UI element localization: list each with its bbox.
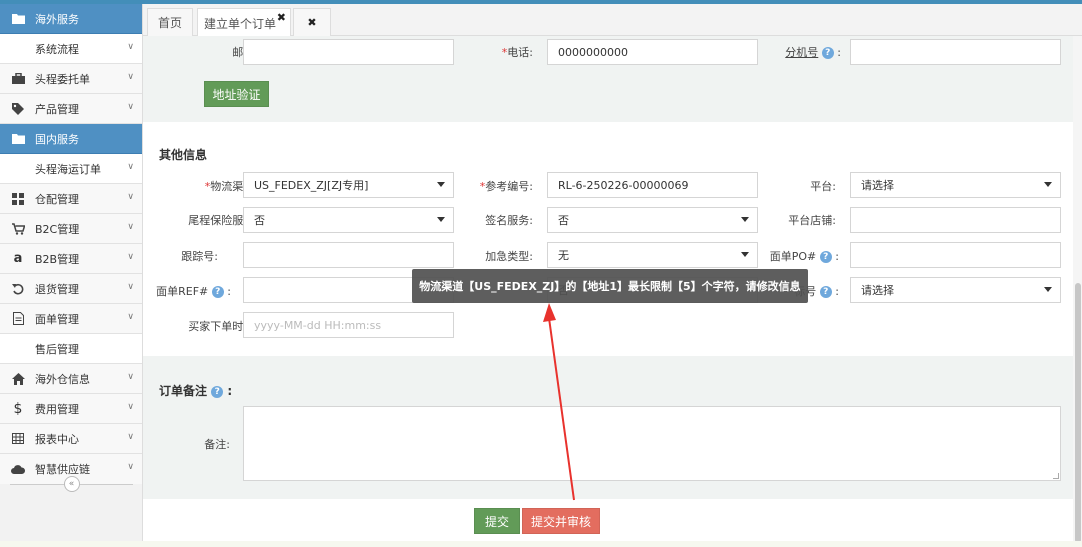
bottom-strip: [0, 541, 1082, 547]
annotation-arrow: [543, 303, 575, 501]
